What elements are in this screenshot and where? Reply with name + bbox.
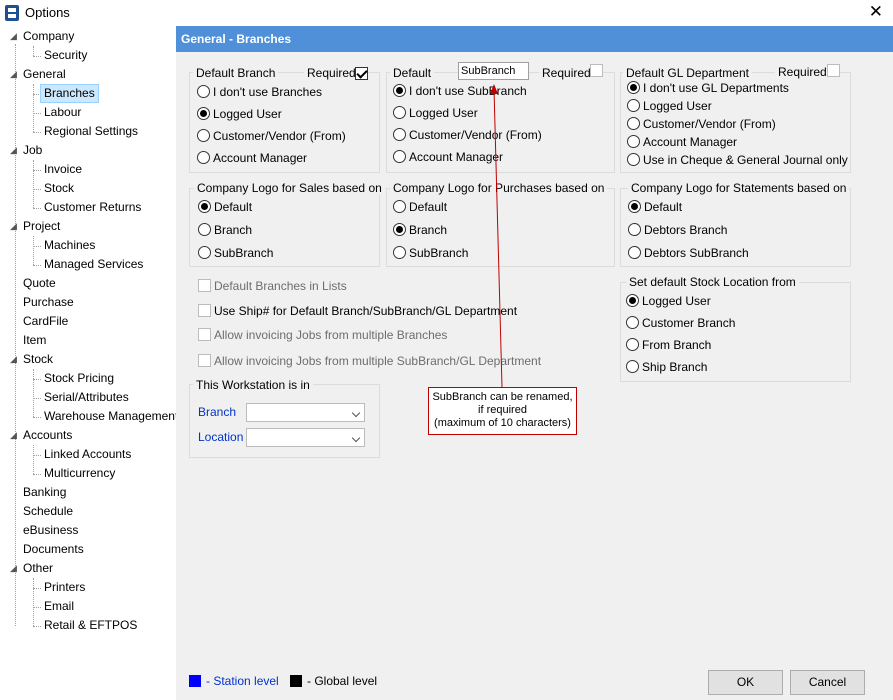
collapse-caret-icon[interactable]: ◢ bbox=[10, 217, 17, 236]
tree-item-banking[interactable]: Banking bbox=[23, 483, 66, 502]
collapse-caret-icon[interactable]: ◢ bbox=[10, 350, 17, 369]
tree-item-item[interactable]: Item bbox=[23, 331, 46, 350]
title-bar: Options ✕ bbox=[0, 0, 893, 26]
tree-item-invoice[interactable]: Invoice bbox=[44, 160, 82, 179]
rename-callout: SubBranch can be renamed, if required (m… bbox=[428, 387, 577, 435]
cancel-button[interactable]: Cancel bbox=[790, 670, 865, 695]
collapse-caret-icon[interactable]: ◢ bbox=[10, 65, 17, 84]
collapse-caret-icon[interactable]: ◢ bbox=[10, 559, 17, 578]
tree-item-machines[interactable]: Machines bbox=[44, 236, 95, 255]
callout-line-2: if required bbox=[478, 404, 527, 416]
tree-item-schedule[interactable]: Schedule bbox=[23, 502, 73, 521]
tree-item-general[interactable]: General bbox=[23, 65, 66, 84]
tree-item-project[interactable]: Project bbox=[23, 217, 60, 236]
tree-item-customer-returns[interactable]: Customer Returns bbox=[44, 198, 141, 217]
app-icon bbox=[5, 5, 19, 21]
tree-item-company[interactable]: Company bbox=[23, 27, 74, 46]
tree-item-accounts[interactable]: Accounts bbox=[23, 426, 72, 445]
tree-item-warehouse-management[interactable]: Warehouse Management bbox=[44, 407, 178, 426]
station-level-swatch bbox=[189, 675, 201, 687]
station-level-label: - Station level bbox=[206, 674, 279, 688]
tree-item-email[interactable]: Email bbox=[44, 597, 74, 616]
global-level-swatch bbox=[290, 675, 302, 687]
collapse-caret-icon[interactable]: ◢ bbox=[10, 426, 17, 445]
tree-item-printers[interactable]: Printers bbox=[44, 578, 85, 597]
tree-item-stock-pricing[interactable]: Stock Pricing bbox=[44, 369, 114, 388]
tree-item-linked-accounts[interactable]: Linked Accounts bbox=[44, 445, 131, 464]
tree-item-cardfile[interactable]: CardFile bbox=[23, 312, 68, 331]
tree-item-labour[interactable]: Labour bbox=[44, 103, 81, 122]
tree-item-stock[interactable]: Stock bbox=[23, 350, 53, 369]
dialog-footer: - Station level - Global level OK Cancel bbox=[176, 666, 893, 700]
tree-item-branches[interactable]: Branches bbox=[40, 84, 99, 103]
tree-item-quote[interactable]: Quote bbox=[23, 274, 56, 293]
global-level-label: - Global level bbox=[307, 674, 378, 688]
tree-item-job[interactable]: Job bbox=[23, 141, 42, 160]
callout-line-3: (maximum of 10 characters) bbox=[434, 417, 571, 429]
tree-item-regional-settings[interactable]: Regional Settings bbox=[44, 122, 138, 141]
tree-item-serial-attributes[interactable]: Serial/Attributes bbox=[44, 388, 129, 407]
tree-item-managed-services[interactable]: Managed Services bbox=[44, 255, 143, 274]
close-icon[interactable]: ✕ bbox=[869, 2, 883, 22]
tree-item-ebusiness[interactable]: eBusiness bbox=[23, 521, 78, 540]
tree-item-security[interactable]: Security bbox=[44, 46, 87, 65]
options-tree: ◢ ◢ ◢ ◢ ◢ ◢ ◢ Company Security General B… bbox=[0, 26, 178, 700]
tree-item-retail-eftpos[interactable]: Retail & EFTPOS bbox=[44, 616, 137, 635]
tree-item-job-stock[interactable]: Stock bbox=[44, 179, 74, 198]
tree-item-purchase[interactable]: Purchase bbox=[23, 293, 74, 312]
ok-button[interactable]: OK bbox=[708, 670, 783, 695]
tree-item-multicurrency[interactable]: Multicurrency bbox=[44, 464, 115, 483]
settings-panel: General - Branches Default Branch Requir… bbox=[176, 26, 893, 666]
tree-item-other[interactable]: Other bbox=[23, 559, 53, 578]
tree-item-documents[interactable]: Documents bbox=[23, 540, 84, 559]
callout-arrow bbox=[490, 84, 503, 388]
window-title: Options bbox=[25, 5, 70, 20]
collapse-caret-icon[interactable]: ◢ bbox=[10, 27, 17, 46]
callout-line-1: SubBranch can be renamed, bbox=[432, 391, 573, 403]
collapse-caret-icon[interactable]: ◢ bbox=[10, 141, 17, 160]
